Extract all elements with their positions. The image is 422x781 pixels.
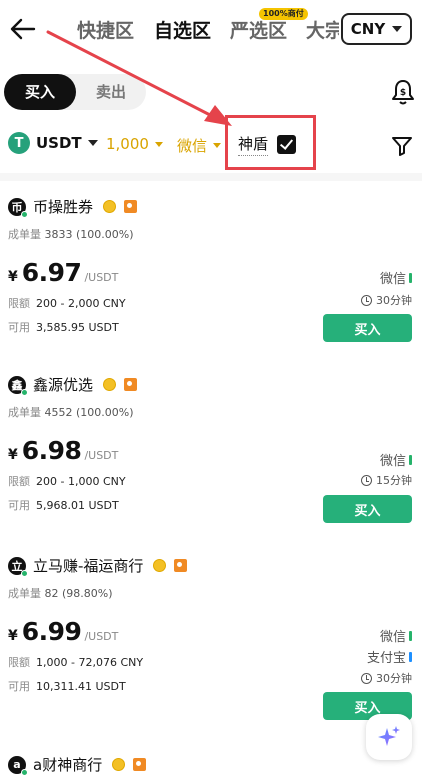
clock-icon [361, 672, 372, 684]
merchant-card: 鑫 鑫源优选 成单量 4552 (100.00%) ¥6.98/USDT 限额 2… [0, 374, 422, 536]
order-stats: 成单量 82 (98.80%) [8, 587, 113, 600]
section-divider [0, 173, 422, 181]
buy-button[interactable]: 买入 [323, 495, 412, 523]
verified-medal-icon [103, 378, 117, 391]
clock-icon [361, 294, 372, 306]
back-arrow-icon[interactable] [8, 14, 38, 44]
merchant-name[interactable]: 鑫源优选 [33, 374, 93, 395]
filter-funnel-icon[interactable] [390, 134, 414, 158]
merchant-name[interactable]: a财神商行 [33, 754, 102, 775]
merchant-avatar[interactable]: 鑫 [8, 375, 28, 396]
tab-bulk[interactable]: 大宗 [306, 16, 339, 43]
tab-quick[interactable]: 快捷区 [77, 16, 134, 43]
filter-row: T USDT 1,000 微信 神盾 [0, 126, 422, 166]
sparkle-icon [378, 726, 400, 746]
buy-tab[interactable]: 买入 [4, 74, 76, 110]
merchant-card: a a财神商行 [0, 754, 422, 781]
usdt-coin-icon: T [8, 132, 30, 154]
merchant-header: 立 立马赚-福运商行 [8, 555, 188, 577]
merchant-avatar[interactable]: a [8, 755, 28, 776]
time-limit: 30分钟 [361, 292, 412, 308]
payment-select[interactable]: 微信 [177, 135, 222, 156]
wechat-dot-icon [409, 272, 412, 283]
tab-selected[interactable]: 自选区 [154, 16, 211, 43]
top-nav: 快捷区 自选区 严选区 100%商付 大宗 CNY [0, 0, 422, 62]
price: ¥6.98/USDT [8, 436, 119, 465]
verified-medal-icon [103, 200, 117, 213]
online-dot-icon [21, 768, 28, 776]
limit: 限额 1,000 - 72,076 CNY [8, 656, 144, 669]
verified-medal-icon [112, 758, 126, 771]
time-limit: 30分钟 [361, 670, 412, 686]
online-dot-icon [21, 210, 28, 218]
available: 可用 10,311.41 USDT [8, 680, 126, 693]
currency-value: CNY [350, 20, 386, 38]
alipay-dot-icon [409, 651, 412, 662]
shield-badge-icon [124, 378, 138, 391]
limit: 限额 200 - 2,000 CNY [8, 297, 126, 310]
sell-tab[interactable]: 卖出 [76, 74, 146, 110]
buy-button[interactable]: 买入 [323, 314, 412, 342]
payment-value: 微信 [177, 137, 208, 155]
payment-method: 微信 [380, 268, 412, 287]
shield-checkbox[interactable] [277, 135, 297, 154]
tab-badge: 100%商付 [259, 8, 308, 20]
merchant-name[interactable]: 币操胜券 [33, 196, 93, 217]
order-stats: 成单量 3833 (100.00%) [8, 228, 134, 241]
shield-badge-icon [174, 559, 188, 572]
merchant-card: 币 币操胜券 成单量 3833 (100.00%) ¥6.97/USDT 限额 2… [0, 196, 422, 358]
time-limit: 15分钟 [361, 472, 412, 488]
available: 可用 3,585.95 USDT [8, 321, 119, 334]
chevron-down-icon [87, 140, 98, 146]
coin-select[interactable]: T USDT [8, 132, 98, 154]
svg-text:$: $ [400, 88, 406, 98]
trade-side-toggle: 买入 卖出 [4, 74, 146, 110]
wechat-dot-icon [409, 454, 412, 465]
online-dot-icon [21, 388, 28, 396]
wechat-dot-icon [409, 630, 412, 641]
chevron-down-icon [392, 26, 403, 32]
shield-badge-icon [124, 200, 138, 213]
tab-strict[interactable]: 严选区 [230, 16, 287, 43]
merchant-header: 币 币操胜券 [8, 196, 138, 218]
chevron-down-icon [154, 141, 163, 147]
order-stats: 成单量 4552 (100.00%) [8, 406, 134, 419]
clock-icon [361, 474, 372, 486]
shield-filter[interactable]: 神盾 [238, 133, 297, 156]
chevron-down-icon [213, 143, 222, 148]
merchant-header: a a财神商行 [8, 754, 147, 776]
amount-select[interactable]: 1,000 [106, 135, 163, 153]
payment-method: 支付宝 [367, 647, 412, 666]
available: 可用 5,968.01 USDT [8, 499, 119, 512]
price: ¥6.99/USDT [8, 617, 119, 646]
merchant-name[interactable]: 立马赚-福运商行 [33, 555, 143, 576]
amount-value: 1,000 [106, 135, 149, 153]
ai-assistant-button[interactable] [366, 714, 412, 760]
payment-method: 微信 [380, 450, 412, 469]
merchant-header: 鑫 鑫源优选 [8, 374, 138, 396]
merchant-avatar[interactable]: 立 [8, 556, 28, 577]
merchant-avatar[interactable]: 币 [8, 197, 28, 218]
coin-value: USDT [36, 134, 82, 152]
shield-badge-icon [133, 758, 147, 771]
shield-label: 神盾 [238, 133, 269, 156]
payment-method: 微信 [380, 626, 412, 645]
merchant-card: 立 立马赚-福运商行 成单量 82 (98.80%) ¥6.99/USDT 限额… [0, 555, 422, 725]
verified-medal-icon [153, 559, 167, 572]
limit: 限额 200 - 1,000 CNY [8, 475, 126, 488]
online-dot-icon [21, 569, 28, 577]
bell-icon[interactable]: $ [390, 78, 416, 106]
price: ¥6.97/USDT [8, 258, 119, 287]
currency-select[interactable]: CNY [341, 13, 412, 45]
